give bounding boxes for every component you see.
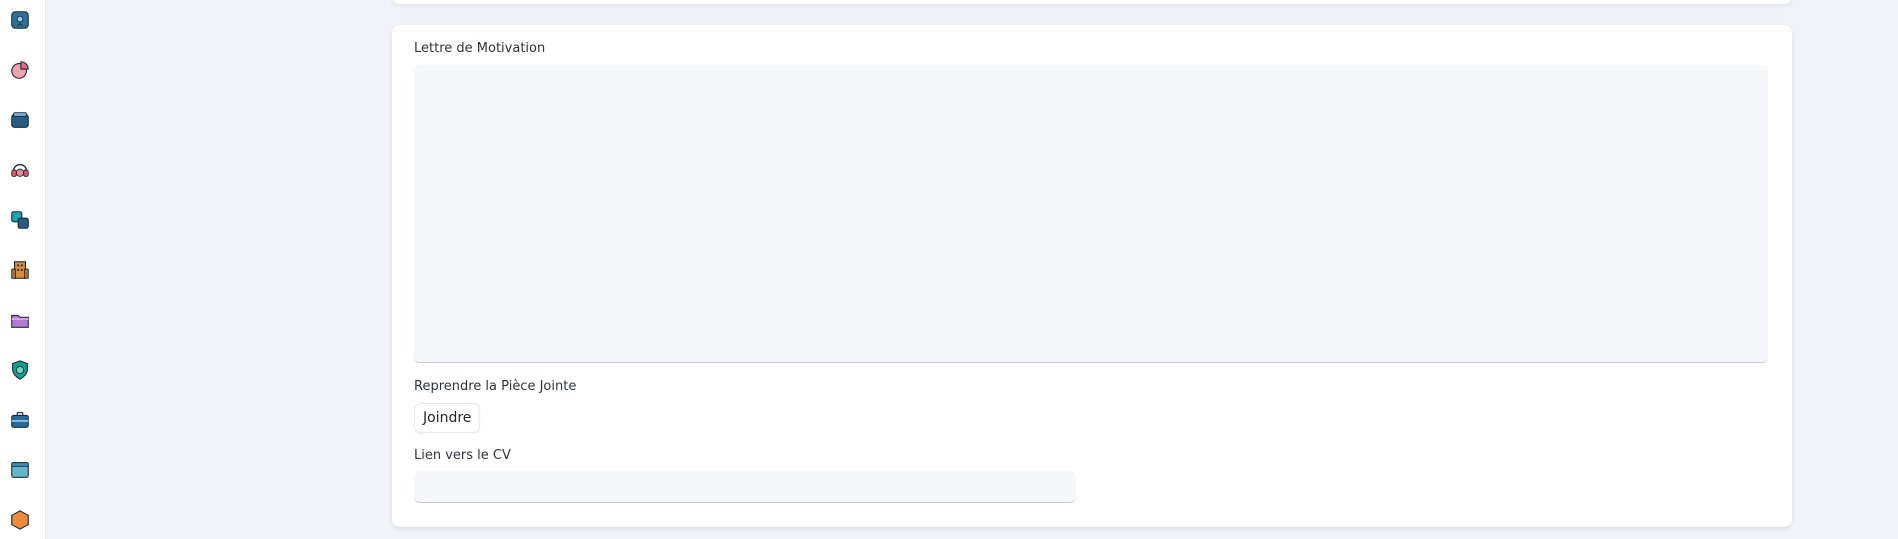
cv-link-input[interactable] [414, 471, 1076, 503]
sidebar-item-wallet[interactable] [8, 108, 32, 132]
sidebar-item-briefcase[interactable] [8, 408, 32, 432]
sidebar-item-shield[interactable] [8, 358, 32, 382]
pie-chart-icon [11, 61, 29, 79]
attachment-label: Reprendre la Pièce Jointe [414, 379, 577, 394]
hexagon-icon [11, 510, 29, 530]
briefcase-icon [11, 412, 29, 428]
sidebar-item-folder[interactable] [8, 308, 32, 332]
attach-button[interactable]: Joindre [414, 403, 481, 433]
sidebar-item-support[interactable] [8, 158, 32, 182]
previous-section-card [392, 0, 1792, 4]
support-icon [11, 163, 29, 177]
sidebar-item-layers[interactable] [8, 208, 32, 232]
building-icon [11, 261, 29, 279]
shield-icon [12, 360, 28, 380]
sidebar-item-building[interactable] [8, 258, 32, 282]
cv-link-label: Lien vers le CV [414, 448, 511, 463]
sidebar-item-window[interactable] [8, 458, 32, 482]
application-form-card: Lettre de Motivation Reprendre la Pièce … [392, 25, 1792, 527]
sidebar-item-stats[interactable] [8, 58, 32, 82]
motivation-letter-label: Lettre de Motivation [414, 41, 546, 56]
window-icon [11, 462, 29, 478]
sidebar-item-badge[interactable] [8, 8, 32, 32]
badge-icon [11, 11, 29, 29]
sidebar-item-hexagon[interactable] [8, 508, 32, 532]
wallet-icon [11, 112, 29, 128]
motivation-letter-textarea[interactable] [414, 65, 1768, 363]
sidebar [0, 0, 46, 539]
layers-icon [11, 211, 29, 229]
folder-icon [11, 314, 29, 328]
